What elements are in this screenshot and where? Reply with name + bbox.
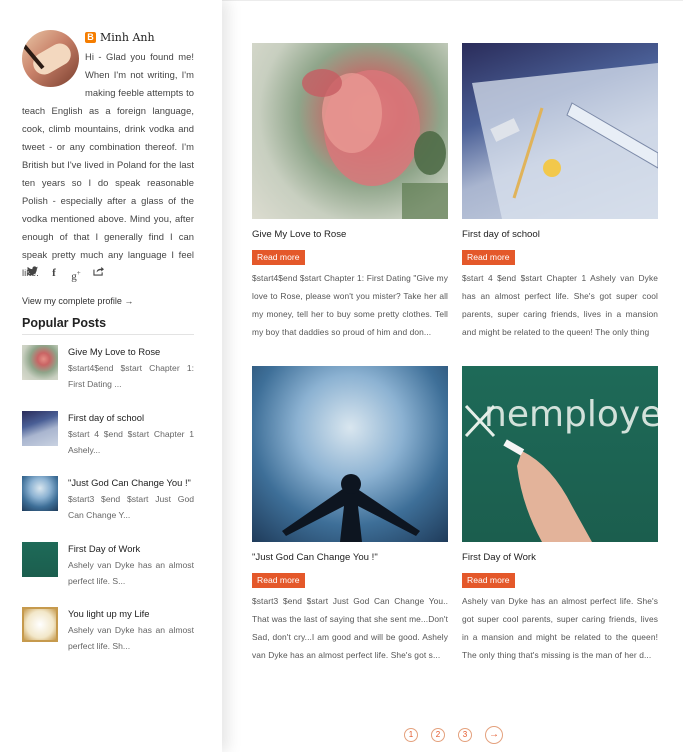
post-card: "Just God Can Change You !" Read more $s… [252, 366, 448, 664]
list-item[interactable]: "Just God Can Change You !" $start3 $end… [22, 475, 194, 541]
list-item[interactable]: First day of school $start 4 $end $start… [22, 410, 194, 476]
read-more-button[interactable]: Read more [462, 250, 515, 265]
post-title[interactable]: First Day of Work [462, 552, 658, 566]
popular-thumb-rose[interactable] [22, 345, 58, 380]
post-excerpt: Ashely van Dyke has an almost perfect li… [462, 596, 658, 660]
google-plus-icon[interactable]: g+ [66, 266, 86, 283]
popular-posts-title: Popular Posts [22, 316, 194, 335]
popular-post-title[interactable]: "Just God Can Change You !" [68, 475, 194, 491]
popular-thumb-god[interactable] [22, 476, 58, 511]
post-title[interactable]: Give My Love to Rose [252, 229, 448, 243]
post-image-work[interactable]: nemploye [462, 366, 658, 542]
page-3-button[interactable]: 3 [458, 728, 472, 742]
popular-post-snippet: $start3 $end $start Just God Can Change … [68, 494, 194, 520]
popular-post-snippet: $start 4 $end $start Chapter 1 Ashely... [68, 428, 194, 455]
view-profile-link[interactable]: View my complete profile → [22, 296, 133, 306]
popular-post-title[interactable]: Give My Love to Rose [68, 344, 194, 360]
page-2-button[interactable]: 2 [431, 728, 445, 742]
profile-name[interactable]: Minh Anh [100, 31, 155, 44]
top-divider [222, 0, 683, 1]
chalk-text: nemploye [484, 394, 658, 435]
post-card: Give My Love to Rose Read more $start4$e… [252, 43, 448, 341]
post-image-school[interactable] [462, 43, 658, 219]
post-title[interactable]: "Just God Can Change You !" [252, 552, 448, 566]
popular-thumb-school[interactable] [22, 410, 58, 446]
list-item[interactable]: You light up my Life Ashely van Dyke has… [22, 606, 194, 672]
facebook-icon[interactable]: f [44, 266, 64, 280]
next-page-button[interactable]: → [485, 726, 503, 744]
profile-name-row: B Minh Anh [85, 28, 194, 46]
post-image-rose[interactable] [252, 43, 448, 219]
social-links: f g+ [22, 266, 110, 283]
profile-avatar[interactable] [22, 30, 79, 87]
list-item[interactable]: First Day of Work Ashely van Dyke has an… [22, 541, 194, 607]
popular-post-snippet: Ashely van Dyke has an almost perfect li… [68, 625, 194, 651]
page-1-button[interactable]: 1 [404, 728, 418, 742]
pagination: 1 2 3 → [404, 726, 503, 744]
popular-post-snippet: Ashely van Dyke has an almost perfect li… [68, 559, 194, 586]
blogger-icon: B [85, 31, 96, 43]
popular-thumb-light[interactable] [22, 607, 58, 642]
popular-post-snippet: $start4$end $start Chapter 1: First Dati… [68, 363, 194, 389]
popular-posts-list: Give My Love to Rose $start4$end $start … [22, 344, 194, 672]
post-excerpt: $start 4 $end $start Chapter 1 Ashely va… [462, 273, 658, 337]
read-more-button[interactable]: Read more [252, 573, 305, 588]
popular-post-title[interactable]: First day of school [68, 410, 194, 426]
sidebar: B Minh Anh Hi - Glad you found me! When … [0, 0, 222, 752]
share-icon[interactable] [88, 266, 108, 280]
post-card: nemploye First Day of Work Read more Ash… [462, 366, 658, 664]
read-more-button[interactable]: Read more [252, 250, 305, 265]
post-excerpt: $start3 $end $start Just God Can Change … [252, 596, 448, 660]
popular-post-title[interactable]: You light up my Life [68, 606, 194, 622]
post-title[interactable]: First day of school [462, 229, 658, 243]
profile-widget: B Minh Anh Hi - Glad you found me! When … [22, 28, 194, 282]
popular-thumb-work[interactable] [22, 541, 58, 577]
post-image-god[interactable] [252, 366, 448, 542]
post-card: First day of school Read more $start 4 $… [462, 43, 658, 341]
twitter-icon[interactable] [22, 266, 42, 280]
read-more-button[interactable]: Read more [462, 573, 515, 588]
post-excerpt: $start4$end $start Chapter 1: First Dati… [252, 273, 448, 337]
popular-post-title[interactable]: First Day of Work [68, 541, 194, 557]
list-item[interactable]: Give My Love to Rose $start4$end $start … [22, 344, 194, 410]
